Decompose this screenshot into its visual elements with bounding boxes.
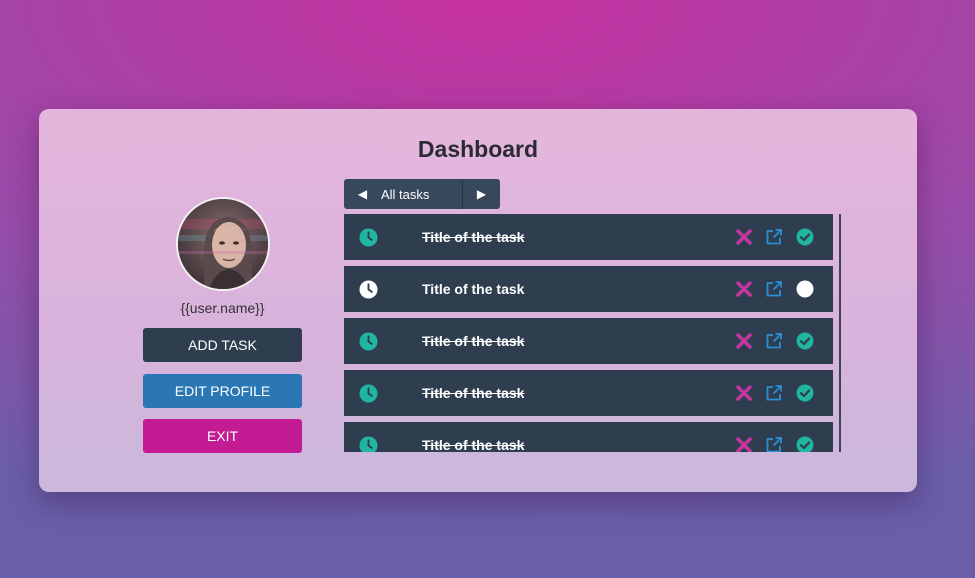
task-title: Title of the task (422, 437, 525, 452)
task-title: Title of the task (422, 229, 525, 245)
check-circle-icon[interactable] (796, 436, 814, 452)
dashboard-card: Dashboard {{user.name}} ADD TASK EDIT PR… (39, 109, 917, 492)
avatar (175, 197, 270, 291)
task-title: Title of the task (422, 385, 525, 401)
page-title: Dashboard (417, 136, 539, 162)
task-row: Title of the task (344, 214, 833, 260)
add-task-button[interactable]: ADD TASK (143, 328, 302, 362)
external-link-icon[interactable] (765, 384, 783, 402)
check-circle-icon[interactable] (796, 332, 814, 350)
check-circle-icon[interactable] (796, 384, 814, 402)
empty-circle-icon[interactable] (796, 280, 814, 298)
external-link-icon[interactable] (765, 436, 783, 452)
clock-icon (359, 436, 378, 452)
profile-panel: {{user.name}} ADD TASK EDIT PROFILE EXIT (143, 197, 302, 453)
delete-icon[interactable] (736, 437, 752, 452)
task-list[interactable]: Title of the task Title of the task Titl… (344, 214, 841, 452)
triangle-right-icon[interactable]: ▶ (463, 179, 500, 209)
filter-label: All tasks (381, 179, 463, 209)
clock-icon (359, 332, 378, 351)
task-filter: ◀ All tasks ▶ (344, 179, 500, 209)
external-link-icon[interactable] (765, 280, 783, 298)
check-circle-icon[interactable] (796, 228, 814, 246)
task-title: Title of the task (422, 333, 525, 349)
task-row: Title of the task (344, 422, 833, 452)
external-link-icon[interactable] (765, 332, 783, 350)
clock-icon (359, 228, 378, 247)
clock-icon (359, 280, 378, 299)
task-row: Title of the task (344, 370, 833, 416)
triangle-left-icon[interactable]: ◀ (344, 179, 381, 209)
delete-icon[interactable] (736, 333, 752, 349)
delete-icon[interactable] (736, 281, 752, 297)
exit-button[interactable]: EXIT (143, 419, 302, 453)
clock-icon (359, 384, 378, 403)
delete-icon[interactable] (736, 229, 752, 245)
delete-icon[interactable] (736, 385, 752, 401)
external-link-icon[interactable] (765, 228, 783, 246)
user-name: {{user.name}} (180, 300, 265, 316)
task-title: Title of the task (422, 281, 525, 297)
task-row: Title of the task (344, 266, 833, 312)
edit-profile-button[interactable]: EDIT PROFILE (143, 374, 302, 408)
task-row: Title of the task (344, 318, 833, 364)
avatar-photo (177, 199, 268, 289)
